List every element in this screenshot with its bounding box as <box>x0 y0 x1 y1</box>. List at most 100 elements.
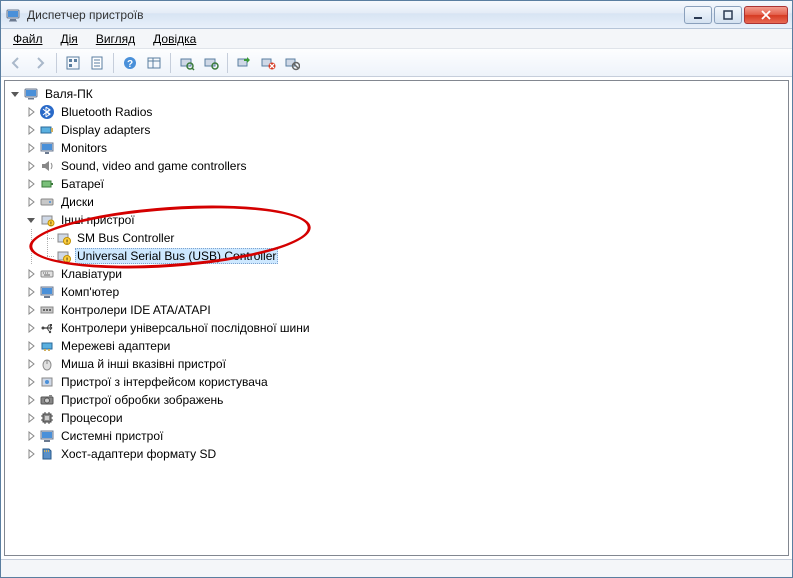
tree-label: Monitors <box>59 140 109 156</box>
back-button[interactable] <box>5 52 27 74</box>
tree-item-hid[interactable]: Пристрої з інтерфейсом користувача <box>7 373 786 391</box>
expander-icon[interactable] <box>23 194 39 210</box>
other-devices-icon: ! <box>39 212 55 228</box>
tree-pane[interactable]: Валя-ПК Bluetooth Radios Display adapter… <box>4 80 789 556</box>
system-icon <box>39 428 55 444</box>
tree-item-usb-controller[interactable]: ! Universal Serial Bus (USB) Controller <box>7 247 786 265</box>
expander-icon[interactable] <box>23 374 39 390</box>
tree-item-ide[interactable]: Контролери IDE ATA/ATAPI <box>7 301 786 319</box>
expander-icon[interactable] <box>23 392 39 408</box>
expander-icon[interactable] <box>23 446 39 462</box>
unknown-device-icon: ! <box>55 248 71 264</box>
menu-help[interactable]: Довідка <box>145 30 204 48</box>
scan-changes-button[interactable] <box>200 52 222 74</box>
menu-action[interactable]: Дія <box>53 30 86 48</box>
svg-text:!: ! <box>66 258 68 264</box>
menubar: Файл Дія Вигляд Довідка <box>1 29 792 49</box>
expander-icon[interactable] <box>23 140 39 156</box>
titlebar: Диспетчер пристроїв <box>1 1 792 29</box>
expander-icon[interactable] <box>23 320 39 336</box>
tree-item-usb[interactable]: Контролери універсальної послідовної шин… <box>7 319 786 337</box>
tree-item-display[interactable]: Display adapters <box>7 121 786 139</box>
close-button[interactable] <box>744 6 788 24</box>
usb-icon <box>39 320 55 336</box>
expander-icon[interactable] <box>23 428 39 444</box>
sound-icon <box>39 158 55 174</box>
window-title: Диспетчер пристроїв <box>27 8 684 22</box>
tree-item-system[interactable]: Системні пристрої <box>7 427 786 445</box>
tree-item-keyboards[interactable]: Клавіатури <box>7 265 786 283</box>
bluetooth-icon <box>39 104 55 120</box>
update-driver-button[interactable] <box>233 52 255 74</box>
tree-label: Миша й інші вказівні пристрої <box>59 356 228 372</box>
tree-label: Пристрої обробки зображень <box>59 392 225 408</box>
expander-icon[interactable] <box>23 158 39 174</box>
menu-view[interactable]: Вигляд <box>88 30 143 48</box>
keyboard-icon <box>39 266 55 282</box>
expander-icon[interactable] <box>23 176 39 192</box>
expander-icon[interactable] <box>23 104 39 120</box>
tree-label: Хост-адаптери формату SD <box>59 446 218 462</box>
tree-item-sd[interactable]: Хост-адаптери формату SD <box>7 445 786 463</box>
tree-label: Bluetooth Radios <box>59 104 154 120</box>
toolbar: ? <box>1 49 792 77</box>
expander-icon[interactable] <box>23 410 39 426</box>
mouse-icon <box>39 356 55 372</box>
expander-icon[interactable] <box>23 302 39 318</box>
details-button[interactable] <box>143 52 165 74</box>
tree-label: Батареї <box>59 176 106 192</box>
tree-item-processors[interactable]: Процесори <box>7 409 786 427</box>
imaging-icon <box>39 392 55 408</box>
properties-button[interactable] <box>86 52 108 74</box>
tree-item-batteries[interactable]: Батареї <box>7 175 786 193</box>
computer-icon <box>23 86 39 102</box>
expander-icon[interactable] <box>23 212 39 228</box>
display-adapter-icon <box>39 122 55 138</box>
disk-icon <box>39 194 55 210</box>
tree-label: Контролери універсальної послідовної шин… <box>59 320 312 336</box>
window-frame: Диспетчер пристроїв Файл Дія Вигляд Дові… <box>0 0 793 578</box>
computer-icon <box>39 284 55 300</box>
tree-item-computer[interactable]: Комп'ютер <box>7 283 786 301</box>
maximize-button[interactable] <box>714 6 742 24</box>
tree-item-mice[interactable]: Миша й інші вказівні пристрої <box>7 355 786 373</box>
forward-button[interactable] <box>29 52 51 74</box>
show-hidden-button[interactable] <box>62 52 84 74</box>
tree-label: Sound, video and game controllers <box>59 158 248 174</box>
sd-icon <box>39 446 55 462</box>
monitor-icon <box>39 140 55 156</box>
tree-label: Процесори <box>59 410 125 426</box>
expander-icon[interactable] <box>23 284 39 300</box>
tree-item-sound[interactable]: Sound, video and game controllers <box>7 157 786 175</box>
tree-label: SM Bus Controller <box>75 230 176 246</box>
expander-icon[interactable] <box>23 266 39 282</box>
expander-icon[interactable] <box>23 338 39 354</box>
tree-item-imaging[interactable]: Пристрої обробки зображень <box>7 391 786 409</box>
svg-text:?: ? <box>127 59 133 70</box>
tree-label: Клавіатури <box>59 266 124 282</box>
tree-label: Пристрої з інтерфейсом користувача <box>59 374 270 390</box>
expander-icon[interactable] <box>23 356 39 372</box>
tree-label: Комп'ютер <box>59 284 121 300</box>
tree-root[interactable]: Валя-ПК <box>7 85 786 103</box>
help-button[interactable]: ? <box>119 52 141 74</box>
minimize-button[interactable] <box>684 6 712 24</box>
expander-icon[interactable] <box>23 122 39 138</box>
hid-icon <box>39 374 55 390</box>
unknown-device-icon: ! <box>55 230 71 246</box>
tree-item-sm-bus[interactable]: ! SM Bus Controller <box>7 229 786 247</box>
tree-item-network[interactable]: Мережеві адаптери <box>7 337 786 355</box>
tree-label: Системні пристрої <box>59 428 165 444</box>
tree-item-disks[interactable]: Диски <box>7 193 786 211</box>
tree-item-monitors[interactable]: Monitors <box>7 139 786 157</box>
disable-button[interactable] <box>281 52 303 74</box>
tree-item-bluetooth[interactable]: Bluetooth Radios <box>7 103 786 121</box>
menu-file[interactable]: Файл <box>5 30 51 48</box>
scan-hardware-button[interactable] <box>176 52 198 74</box>
app-icon <box>5 7 21 23</box>
tree-label: Мережеві адаптери <box>59 338 172 354</box>
tree-item-other-devices[interactable]: ! Інші пристрої <box>7 211 786 229</box>
uninstall-button[interactable] <box>257 52 279 74</box>
network-icon <box>39 338 55 354</box>
expander-icon[interactable] <box>7 86 23 102</box>
